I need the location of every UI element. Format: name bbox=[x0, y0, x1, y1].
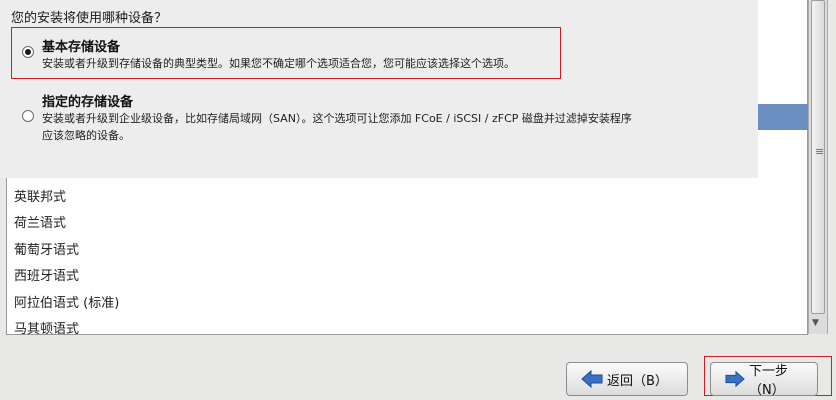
option-desc-specialized-storage-line2: 应该忽略的设备。 bbox=[42, 129, 130, 142]
list-item[interactable]: 葡萄牙语式 bbox=[14, 239, 79, 258]
storage-device-panel: 您的安装将使用哪种设备？ 基本存储设备 安装或者升级到存储设备的典型类型。如果您… bbox=[0, 0, 758, 178]
back-button-label: 返回（B） bbox=[607, 373, 668, 389]
back-arrow-icon bbox=[581, 370, 603, 388]
vertical-scrollbar[interactable]: ≡ ▼ bbox=[808, 0, 828, 334]
scroll-down-arrow-icon[interactable]: ▼ bbox=[812, 318, 819, 328]
grip-icon: ≡ bbox=[815, 145, 825, 158]
list-item[interactable]: 荷兰语式 bbox=[14, 212, 66, 231]
list-selected-row-highlight bbox=[757, 104, 813, 130]
next-arrow-icon bbox=[725, 370, 745, 388]
option-desc-basic-storage: 安装或者升级到存储设备的典型类型。如果您不确定哪个选项适合您，您可能应该选择这个… bbox=[42, 57, 515, 70]
back-button[interactable]: 返回（B） bbox=[566, 362, 688, 396]
radio-basic-storage[interactable] bbox=[22, 46, 34, 58]
scrollbar-thumb[interactable]: ≡ bbox=[811, 0, 825, 314]
storage-question: 您的安装将使用哪种设备？ bbox=[11, 11, 168, 26]
radio-specialized-storage[interactable] bbox=[22, 110, 34, 122]
list-item[interactable]: 英联邦式 bbox=[14, 186, 66, 205]
next-button[interactable]: 下一步（N） bbox=[710, 362, 818, 398]
option-desc-specialized-storage: 安装或者升级到企业级设备，比如存储局域网（SAN）。这个选项可让您添加 FCoE… bbox=[42, 112, 632, 125]
next-button-label: 下一步（N） bbox=[749, 364, 789, 398]
option-title-specialized-storage[interactable]: 指定的存储设备 bbox=[42, 91, 133, 110]
list-item[interactable]: 马其顿语式 bbox=[14, 318, 79, 337]
list-item[interactable]: 阿拉伯语式 (标准) bbox=[14, 292, 119, 311]
list-item[interactable]: 西班牙语式 bbox=[14, 265, 79, 284]
option-title-basic-storage[interactable]: 基本存储设备 bbox=[42, 36, 120, 55]
